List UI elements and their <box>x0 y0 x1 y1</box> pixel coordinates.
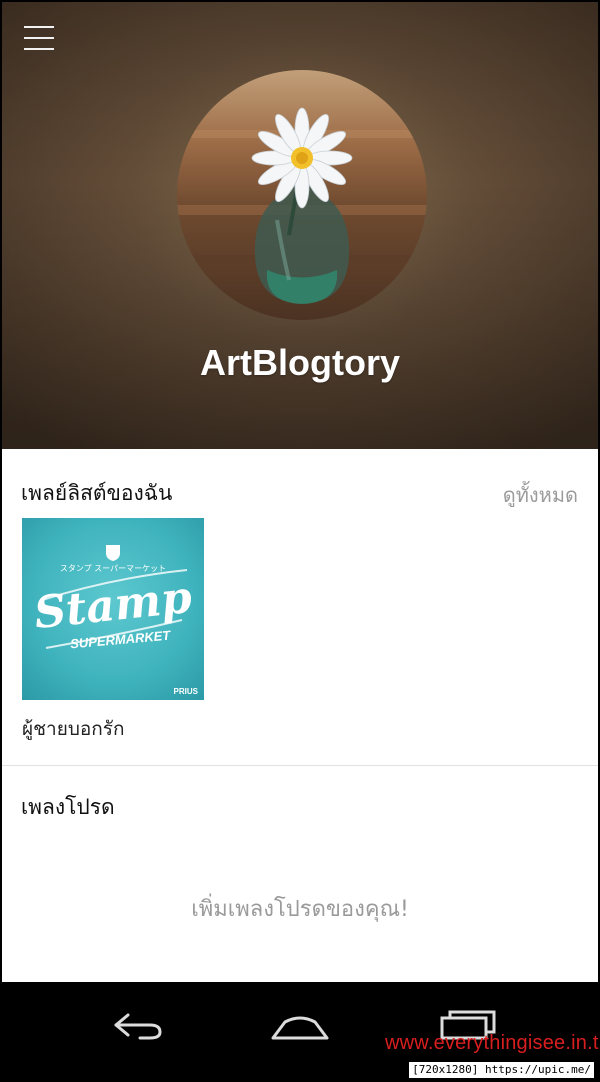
favorites-title: เพลงโปรด <box>21 795 115 819</box>
hamburger-menu-icon[interactable] <box>24 26 54 52</box>
cover-corner-text: PRIUS <box>173 687 198 696</box>
favorites-empty-message[interactable]: เพิ่มเพลงโปรดของคุณ! <box>2 891 598 926</box>
playlist-title[interactable]: ผู้ชายบอกรัก <box>22 714 125 744</box>
home-icon[interactable] <box>265 1000 335 1050</box>
daisy-vase-image <box>177 107 427 304</box>
profile-avatar[interactable] <box>177 70 427 320</box>
playlists-title: เพลย์ลิสต์ของฉัน <box>21 481 173 505</box>
app-screen: ArtBlogtory เพลย์ลิสต์ของฉัน ดูทั้งหมด ス… <box>0 0 600 1082</box>
watermark-text: www.everythingisee.in.th <box>385 1032 600 1054</box>
see-all-link[interactable]: ดูทั้งหมด <box>503 479 578 511</box>
playlist-cover[interactable]: スタンプ スーパーマーケット Stamp SUPERMARKET PRIUS <box>22 518 204 700</box>
back-icon[interactable] <box>100 1000 170 1050</box>
library-content: เพลย์ลิสต์ของฉัน ดูทั้งหมด スタンプ スーパーマーケッ… <box>2 449 598 982</box>
url-badge: [720x1280] https://upic.me/ <box>409 1062 594 1078</box>
profile-name: ArtBlogtory <box>200 342 400 383</box>
section-divider <box>2 765 598 766</box>
profile-header: ArtBlogtory <box>2 2 598 449</box>
